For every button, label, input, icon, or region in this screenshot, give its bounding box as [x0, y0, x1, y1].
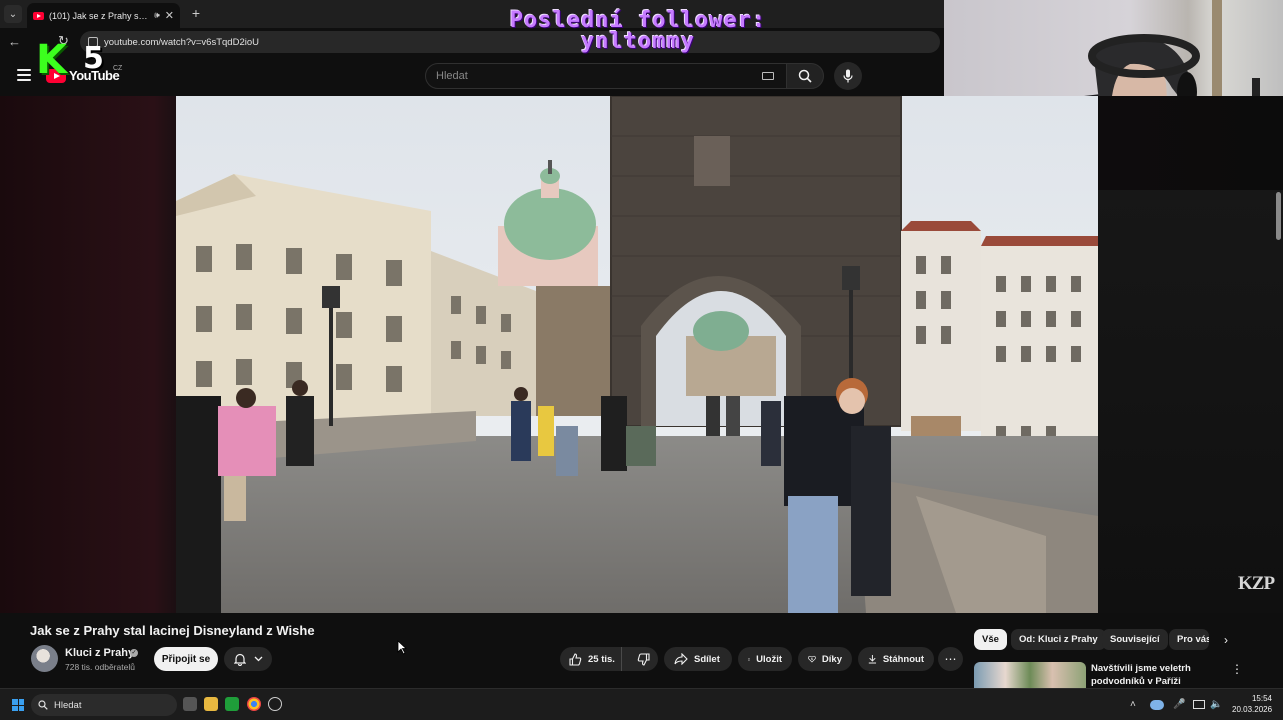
download-icon — [868, 654, 877, 664]
verified-check-icon: ✓ — [130, 649, 138, 657]
like-dislike-group: 25 tis. — [560, 647, 658, 671]
thanks-label: Díky — [821, 653, 842, 665]
region-code: CZ — [113, 65, 123, 72]
bell-icon — [233, 653, 246, 666]
keyboard-icon[interactable] — [762, 72, 774, 80]
subscriber-count: 728 tis. odběratelů — [65, 662, 135, 672]
share-button[interactable]: Sdílet — [664, 647, 732, 671]
video-frame-prague-bridge-tower — [176, 96, 1098, 613]
save-label: Uložit — [756, 653, 782, 665]
chip-all[interactable]: Vše — [974, 629, 1007, 650]
chevron-up-icon[interactable]: ˄ — [1130, 699, 1136, 710]
page-scrollbar[interactable] — [1276, 192, 1281, 240]
speaker-icon[interactable]: 🕪 — [154, 10, 160, 21]
k5-logo-5: 5 — [83, 41, 104, 76]
back-arrow-icon[interactable]: ← — [8, 34, 21, 49]
microphone-icon — [843, 69, 853, 83]
recommended-video-thumbnail[interactable] — [974, 662, 1086, 688]
windows-taskbar: Hledat ˄ 🎤 🔈 15:54 20.03.2026 — [0, 688, 1283, 720]
channel-name[interactable]: Kluci z Prahy — [65, 647, 134, 659]
download-label: Stáhnout — [882, 653, 924, 665]
video-title: Jak se z Prahy stal lacinej Disneyland z… — [30, 623, 315, 638]
chevron-right-icon[interactable]: › — [1217, 631, 1235, 649]
like-button[interactable]: 25 tis. — [560, 647, 623, 671]
url-text: youtube.com/watch?v=v6sTqdD2ioU — [104, 36, 259, 48]
youtube-masthead: YouTube CZ — [0, 56, 944, 96]
share-label: Sdílet — [694, 653, 720, 665]
k5-logo-k: K — [36, 37, 67, 83]
new-tab-plus-icon[interactable]: + — [188, 5, 204, 21]
video-player[interactable] — [176, 96, 1098, 613]
join-button[interactable]: Připojit se — [154, 647, 218, 671]
k5-stream-logo: K 5 — [36, 40, 108, 80]
dislike-button[interactable] — [628, 647, 658, 671]
youtube-search-box[interactable] — [425, 63, 787, 89]
chevron-down-icon — [254, 656, 262, 662]
hamburger-menu-icon[interactable] — [17, 69, 31, 81]
last-follower-overlay: Poslední follower: ynltommy — [420, 8, 856, 54]
follower-label: Poslední follower: — [509, 8, 767, 33]
clock-date: 20.03.2026 — [1232, 705, 1273, 714]
search-icon — [798, 69, 812, 83]
heart-dollar-icon: $ — [808, 655, 816, 663]
notification-bell-button[interactable] — [224, 647, 272, 671]
tab-title: (101) Jak se z Prahy stal lacinej Disney… — [49, 10, 149, 21]
follower-name: ynltommy — [581, 29, 695, 54]
thanks-button[interactable]: $ Díky — [798, 647, 852, 671]
chip-for-you[interactable]: Pro vás — [1169, 629, 1209, 650]
windows-start-icon[interactable] — [12, 699, 24, 711]
microphone-tray-icon[interactable]: 🎤 — [1173, 699, 1185, 710]
like-count: 25 tis. — [588, 653, 615, 665]
video-side-panel — [1098, 190, 1283, 613]
clock-time: 15:54 — [1251, 694, 1272, 703]
volume-icon[interactable]: 🔈 — [1210, 699, 1222, 710]
system-clock[interactable]: 15:54 20.03.2026 — [1232, 693, 1272, 715]
task-view-icon[interactable] — [183, 697, 197, 711]
save-button[interactable]: Uložit — [738, 647, 792, 671]
mouse-cursor-icon — [397, 640, 407, 655]
more-actions-button[interactable]: ⋯ — [938, 647, 963, 671]
chip-related[interactable]: Související — [1102, 629, 1168, 650]
close-tab-icon[interactable]: ✕ — [165, 9, 174, 22]
chip-from-channel[interactable]: Od: Kluci z Prahy — [1011, 629, 1106, 650]
channel-avatar[interactable] — [31, 645, 58, 672]
youtube-favicon-icon — [33, 11, 44, 20]
xbox-icon[interactable] — [225, 697, 239, 711]
download-button[interactable]: Stáhnout — [858, 647, 934, 671]
thumbs-up-icon — [569, 652, 582, 666]
bookmark-icon — [748, 657, 751, 661]
monitor-icon[interactable] — [1193, 700, 1205, 709]
taskbar-search[interactable]: Hledat — [31, 694, 177, 716]
svg-text:$: $ — [811, 657, 813, 661]
search-input[interactable] — [436, 70, 756, 82]
tab-search-chevron-icon[interactable]: ⌄ — [4, 5, 22, 23]
share-arrow-icon — [674, 653, 688, 665]
search-icon — [38, 700, 48, 710]
thumbs-down-icon — [637, 652, 650, 666]
recommended-video-title[interactable]: Navštívili jsme veletrh podvodníků v Pař… — [1091, 662, 1231, 688]
browser-tab[interactable]: (101) Jak se z Prahy stal lacinej Disney… — [27, 3, 180, 28]
settings-gear-icon[interactable] — [268, 697, 282, 711]
file-explorer-icon[interactable] — [204, 697, 218, 711]
more-vertical-icon[interactable]: ⋮ — [1230, 662, 1244, 676]
kzp-watermark: KZP — [1238, 573, 1275, 594]
cloud-icon[interactable] — [1150, 700, 1164, 710]
search-button[interactable] — [786, 63, 824, 89]
chrome-icon[interactable] — [247, 697, 261, 711]
more-horizontal-icon: ⋯ — [944, 652, 957, 666]
taskbar-search-placeholder: Hledat — [54, 699, 82, 711]
voice-search-button[interactable] — [834, 62, 862, 90]
